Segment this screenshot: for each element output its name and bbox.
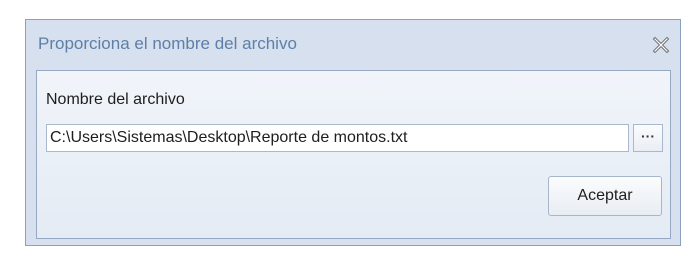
close-icon: [652, 36, 670, 54]
close-button[interactable]: [652, 36, 670, 54]
accept-button[interactable]: Aceptar: [548, 176, 662, 216]
browse-button[interactable]: ···: [633, 124, 663, 152]
dialog-titlebar[interactable]: Proporciona el nombre del archivo: [26, 20, 680, 70]
file-path-input[interactable]: [46, 124, 629, 152]
dialog-content: Nombre del archivo ··· Aceptar: [36, 70, 671, 239]
file-name-label: Nombre del archivo: [46, 91, 185, 108]
file-name-dialog: Proporciona el nombre del archivo Nombre…: [25, 19, 681, 246]
dialog-title: Proporciona el nombre del archivo: [38, 34, 297, 53]
